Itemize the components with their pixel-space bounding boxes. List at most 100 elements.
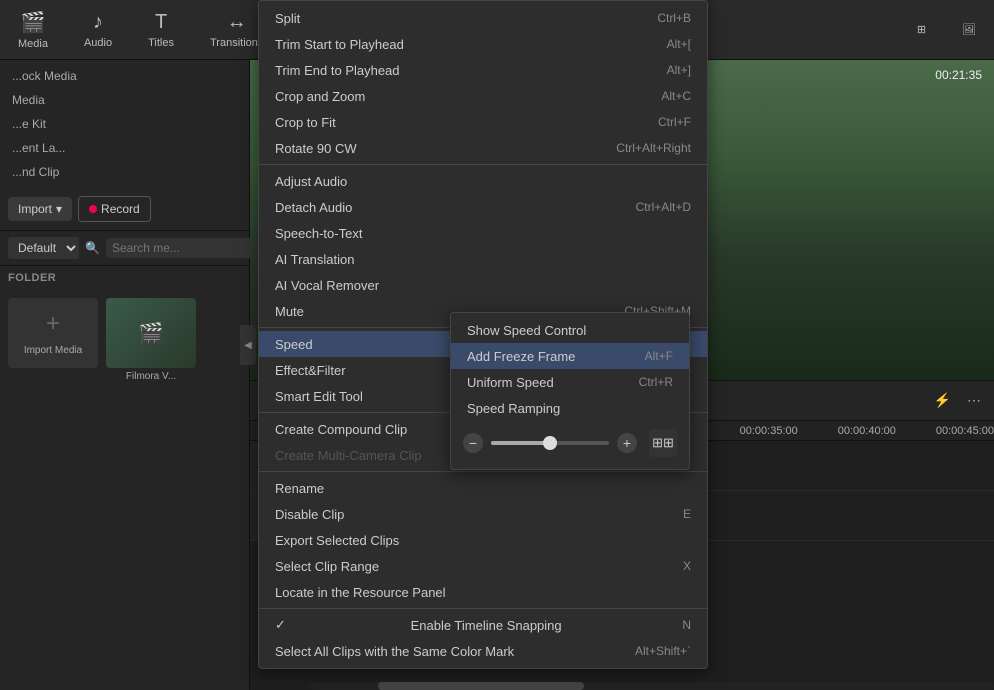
import-label: Import — [18, 202, 52, 216]
divider-5 — [259, 608, 707, 609]
ripple-icon[interactable]: ⚡ — [929, 389, 956, 412]
ruler-mark-6: 00:00:45:00 — [936, 425, 994, 437]
search-icon: 🔍 — [85, 241, 100, 255]
menu-item-select-same-color-label: Select All Clips with the Same Color Mar… — [275, 644, 514, 659]
toolbar-audio[interactable]: ♪ Audio — [76, 7, 120, 53]
menu-item-multi-camera-label: Create Multi-Camera Clip — [275, 448, 422, 463]
toolbar-titles[interactable]: T Titles — [140, 7, 182, 53]
sidebar-item-nd-clip[interactable]: ...nd Clip — [0, 160, 249, 184]
menu-item-trim-end-label: Trim End to Playhead — [275, 63, 400, 78]
collapse-button[interactable]: ◀ — [240, 325, 256, 365]
sidebar-item-media[interactable]: Media — [0, 88, 249, 112]
menu-item-trim-end[interactable]: Trim End to Playhead Alt+] — [259, 57, 707, 83]
speed-minus-button[interactable]: − — [463, 433, 483, 453]
menu-item-rotate-shortcut: Ctrl+Alt+Right — [616, 141, 691, 155]
menu-item-crop-fit-shortcut: Ctrl+F — [658, 115, 691, 129]
more-options[interactable]: ⋯ — [962, 389, 986, 412]
menu-item-speed-ramping[interactable]: Speed Ramping — [451, 395, 689, 421]
speed-plus-button[interactable]: + — [617, 433, 637, 453]
timeline-scrollbar[interactable] — [310, 682, 994, 690]
sidebar-item-stock[interactable]: ...ock Media — [0, 64, 249, 88]
menu-item-select-range[interactable]: Select Clip Range X — [259, 553, 707, 579]
menu-item-trim-start[interactable]: Trim Start to Playhead Alt+[ — [259, 31, 707, 57]
menu-item-disable-clip-shortcut: E — [683, 507, 691, 521]
minus-icon: − — [469, 435, 477, 451]
ruler-mark-4: 00:00:35:00 — [740, 425, 798, 437]
menu-item-speed-label: Speed — [275, 337, 313, 352]
media-grid: + Import Media 🎬 Filmora V... — [0, 290, 249, 390]
menu-item-uniform-speed-label: Uniform Speed — [467, 375, 554, 390]
menu-item-uniform-speed[interactable]: Uniform Speed Ctrl+R — [451, 369, 689, 395]
menu-item-rename[interactable]: Rename — [259, 475, 707, 501]
filmora-video-item[interactable]: 🎬 Filmora V... — [106, 298, 196, 382]
menu-item-uniform-speed-shortcut: Ctrl+R — [639, 375, 673, 389]
speed-slider-container: − + ⊞⊞ — [451, 421, 689, 465]
default-dropdown[interactable]: Default — [8, 237, 79, 259]
menu-item-select-range-label: Select Clip Range — [275, 559, 379, 574]
menu-item-select-range-shortcut: X — [683, 559, 691, 573]
menu-item-select-same-color[interactable]: Select All Clips with the Same Color Mar… — [259, 638, 707, 664]
menu-item-disable-clip-label: Disable Clip — [275, 507, 344, 522]
sidebar-item-ent-la[interactable]: ...ent La... — [0, 136, 249, 160]
menu-item-crop-zoom-label: Crop and Zoom — [275, 89, 365, 104]
menu-item-locate-resource-label: Locate in the Resource Panel — [275, 585, 446, 600]
toolbar-audio-label: Audio — [84, 37, 112, 49]
menu-item-adjust-audio-label: Adjust Audio — [275, 174, 347, 189]
speed-submenu: Show Speed Control Add Freeze Frame Alt+… — [450, 312, 690, 470]
menu-item-ai-translation[interactable]: AI Translation — [259, 246, 707, 272]
menu-item-split-shortcut: Ctrl+B — [657, 11, 691, 25]
menu-item-effect-filter-label: Effect&Filter — [275, 363, 346, 378]
menu-item-show-speed-control[interactable]: Show Speed Control — [451, 317, 689, 343]
import-chevron-icon: ▾ — [56, 202, 62, 216]
menu-item-speech-to-text[interactable]: Speech-to-Text — [259, 220, 707, 246]
record-button[interactable]: Record — [78, 196, 151, 222]
menu-item-export-clips[interactable]: Export Selected Clips — [259, 527, 707, 553]
ruler-mark-5: 00:00:40:00 — [838, 425, 896, 437]
menu-item-adjust-audio[interactable]: Adjust Audio — [259, 168, 707, 194]
toolbar-media[interactable]: 🎬 Media — [10, 6, 56, 54]
menu-item-compound-clip-label: Create Compound Clip — [275, 422, 407, 437]
grid-icon: ⊞ — [917, 23, 926, 36]
menu-item-smart-edit-label: Smart Edit Tool — [275, 389, 363, 404]
import-media-item[interactable]: + Import Media — [8, 298, 98, 382]
menu-item-disable-clip[interactable]: Disable Clip E — [259, 501, 707, 527]
sidebar-item-kit[interactable]: ...e Kit — [0, 112, 249, 136]
menu-item-ai-translation-label: AI Translation — [275, 252, 355, 267]
speed-slider[interactable] — [491, 441, 609, 445]
titles-icon: T — [155, 11, 167, 34]
toolbar-titles-label: Titles — [148, 37, 174, 49]
menu-item-crop-fit[interactable]: Crop to Fit Ctrl+F — [259, 109, 707, 135]
menu-item-rotate-label: Rotate 90 CW — [275, 141, 357, 156]
toolbar-media-label: Media — [18, 38, 48, 50]
menu-item-ai-vocal-remover[interactable]: AI Vocal Remover — [259, 272, 707, 298]
import-button[interactable]: Import ▾ — [8, 197, 72, 221]
search-input[interactable] — [106, 238, 273, 258]
menu-item-mute-label: Mute — [275, 304, 304, 319]
import-media-label: Import Media — [24, 345, 82, 356]
transitions-icon: ↔ — [227, 11, 247, 34]
check-icon: ✓ — [275, 617, 286, 633]
divider-4 — [259, 471, 707, 472]
speed-grid-icon[interactable]: ⊞⊞ — [649, 429, 677, 457]
sidebar-nav: ...ock Media Media ...e Kit ...ent La...… — [0, 60, 249, 188]
speed-control-row: − + ⊞⊞ — [463, 429, 677, 457]
menu-item-crop-zoom[interactable]: Crop and Zoom Alt+C — [259, 83, 707, 109]
menu-item-trim-end-shortcut: Alt+] — [667, 63, 691, 77]
menu-item-show-speed-control-label: Show Speed Control — [467, 323, 586, 338]
menu-item-detach-audio[interactable]: Detach Audio Ctrl+Alt+D — [259, 194, 707, 220]
menu-item-split[interactable]: Split Ctrl+B — [259, 5, 707, 31]
menu-item-timeline-snapping[interactable]: ✓ Enable Timeline Snapping N — [259, 612, 707, 638]
record-dot-icon — [89, 205, 97, 213]
menu-item-add-freeze-frame[interactable]: Add Freeze Frame Alt+F — [451, 343, 689, 369]
folder-label: FOLDER — [0, 266, 249, 290]
record-label: Record — [101, 202, 140, 216]
toolbar-image[interactable]: 🖼 — [954, 19, 984, 40]
video-thumbnail: 🎬 — [106, 298, 196, 368]
toolbar-grid[interactable]: ⊞ — [909, 19, 934, 40]
menu-item-locate-resource[interactable]: Locate in the Resource Panel — [259, 579, 707, 605]
menu-item-ai-vocal-remover-label: AI Vocal Remover — [275, 278, 379, 293]
menu-item-rotate[interactable]: Rotate 90 CW Ctrl+Alt+Right — [259, 135, 707, 161]
menu-item-crop-fit-label: Crop to Fit — [275, 115, 336, 130]
menu-item-trim-start-label: Trim Start to Playhead — [275, 37, 404, 52]
toolbar-transitions-label: Transitions — [210, 37, 263, 49]
